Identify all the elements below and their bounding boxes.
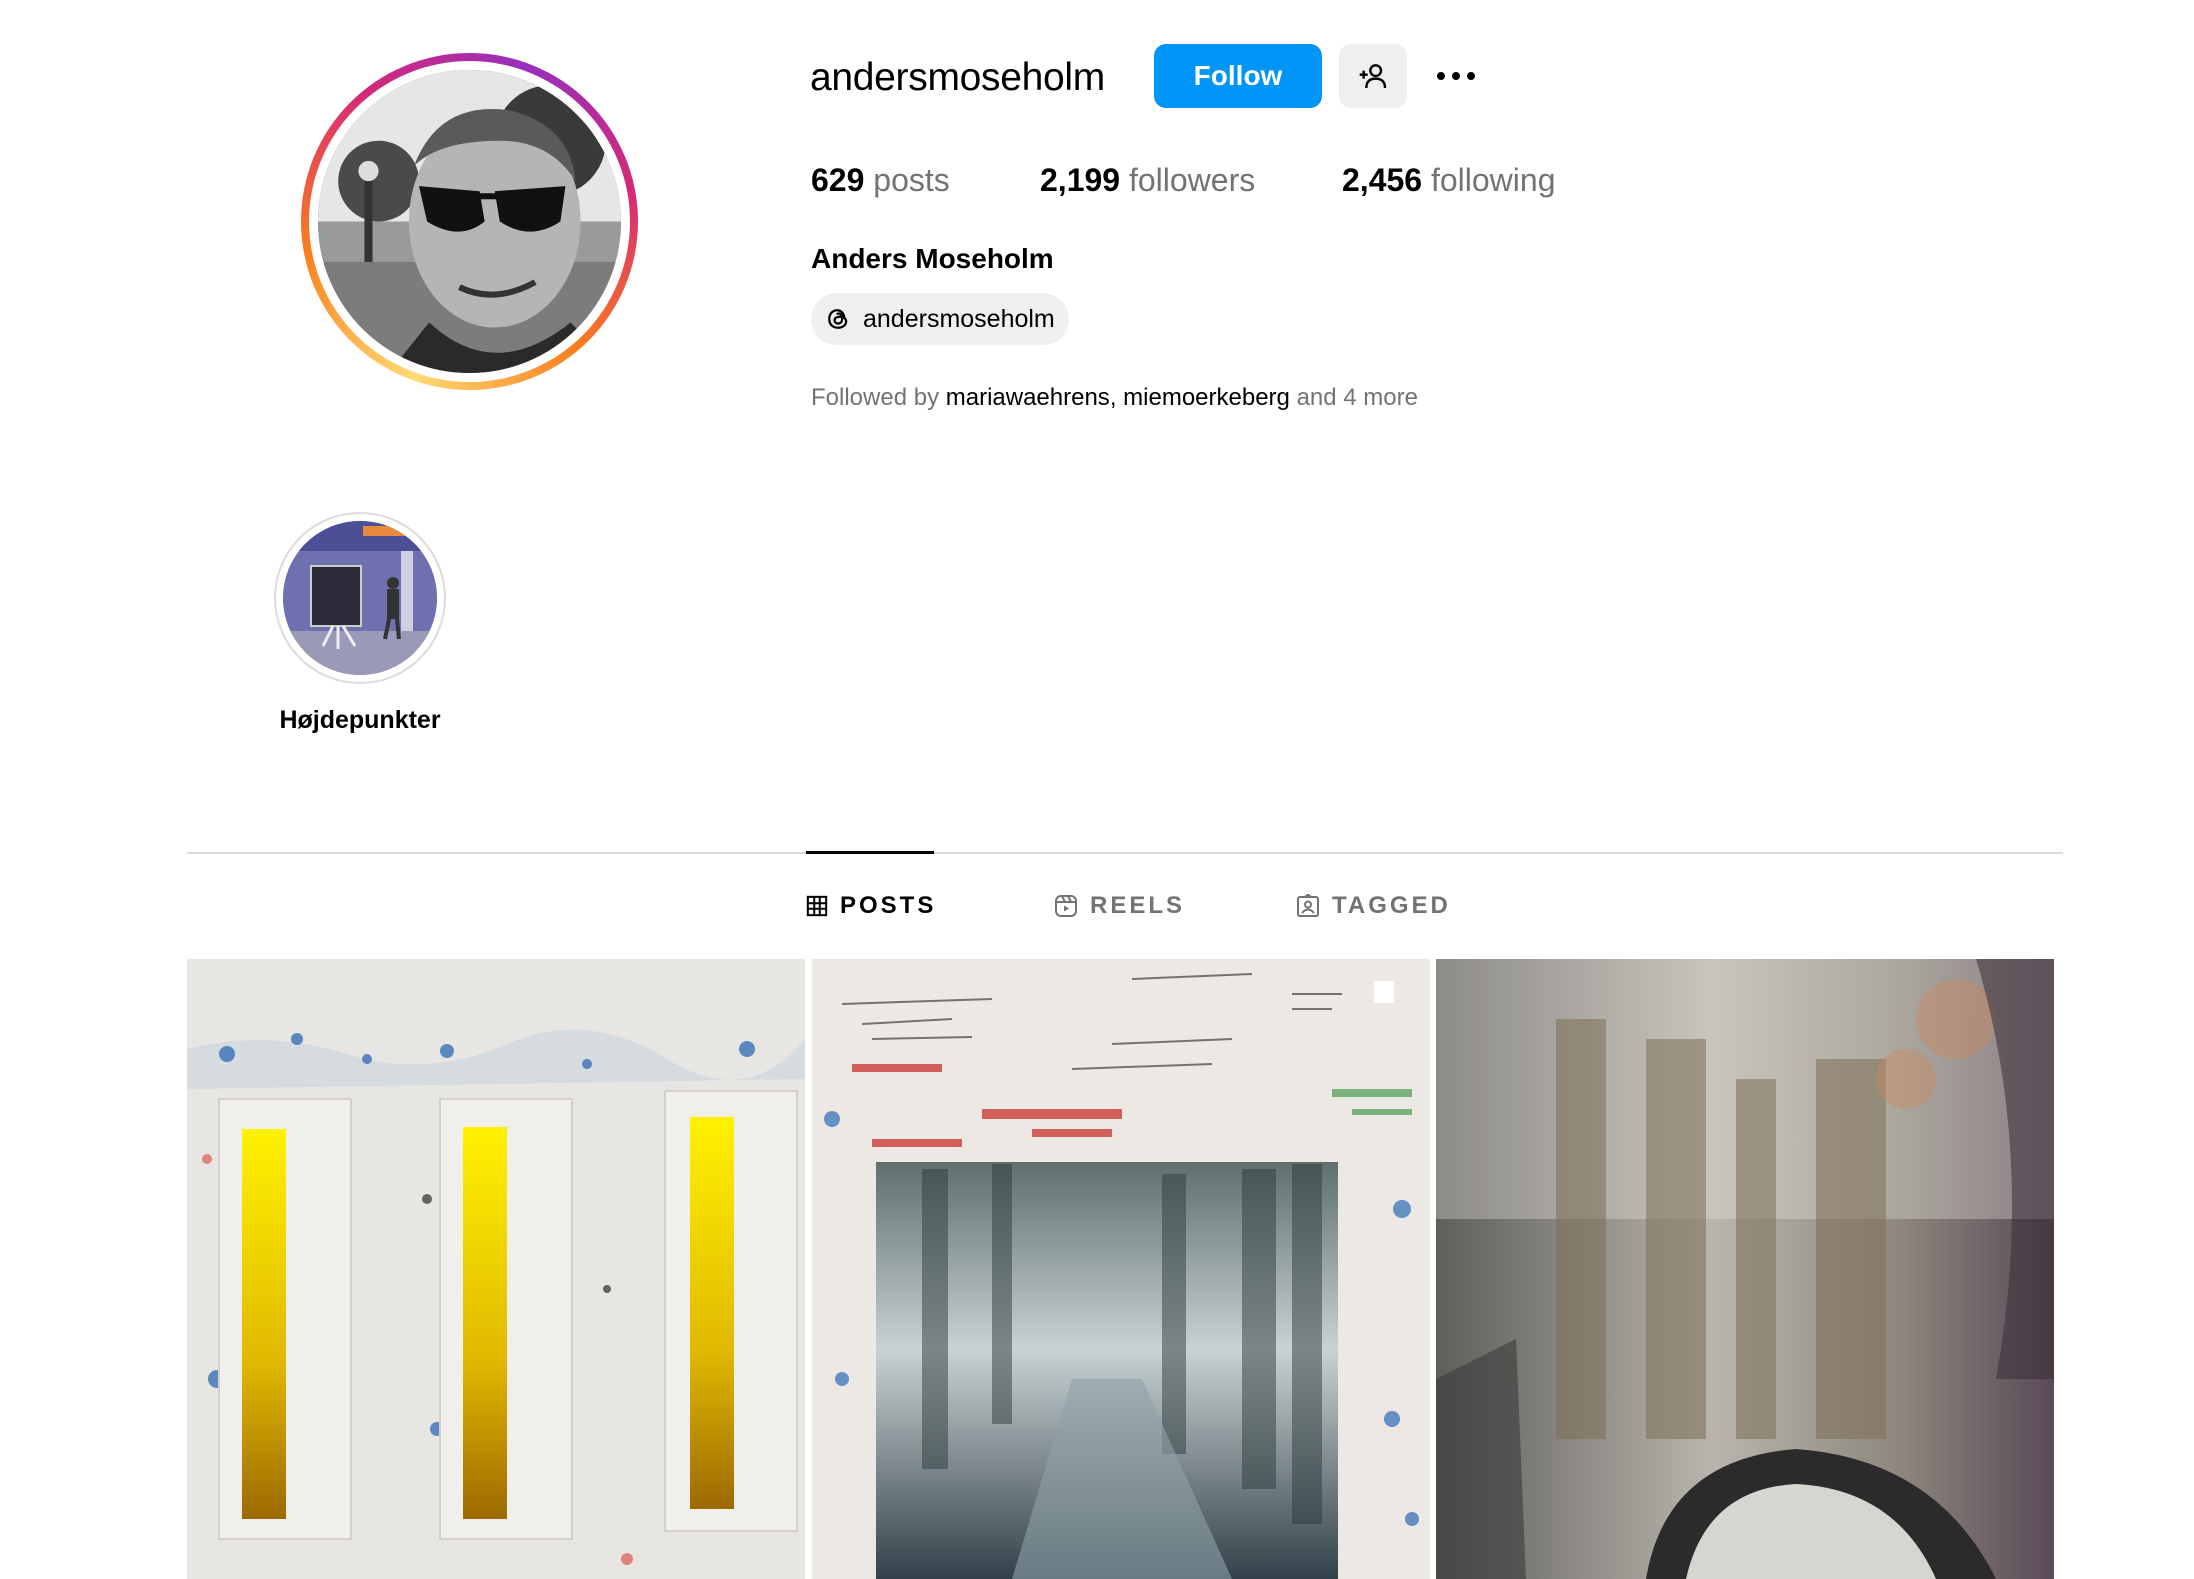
grid-icon xyxy=(806,895,828,917)
followed-by-prefix: Followed by xyxy=(811,384,940,411)
followed-by-user-1[interactable]: mariawaehrens xyxy=(946,384,1110,411)
profile-full-name: Anders Moseholm xyxy=(811,243,1054,274)
add-person-icon xyxy=(1359,64,1387,89)
post-image-yellow-panels xyxy=(187,959,805,1579)
profile-username: andersmoseholm xyxy=(810,56,1105,99)
follow-button[interactable]: Follow xyxy=(1154,44,1322,108)
more-options-icon xyxy=(1437,72,1445,80)
post-tile[interactable] xyxy=(1436,959,2054,1579)
post-image-misty-painting xyxy=(1436,959,2054,1579)
followed-by-separator: , xyxy=(1109,384,1117,411)
reels-icon xyxy=(1055,895,1077,917)
tab-tagged[interactable]: TAGGED xyxy=(1296,888,1451,924)
avatar-image xyxy=(318,70,621,373)
followed-by-text[interactable]: Followed by mariawaehrens, miemoerkeberg… xyxy=(811,384,1418,412)
avatar-gap xyxy=(309,61,630,382)
post-tile[interactable] xyxy=(187,959,805,1579)
tab-posts[interactable]: POSTS xyxy=(806,888,936,924)
followers-count: 2,199 xyxy=(1040,162,1121,198)
profile-avatar-ring[interactable] xyxy=(301,53,638,390)
tabs-divider xyxy=(187,852,2063,854)
posts-label: posts xyxy=(873,162,950,198)
highlight-label: Højdepunkter xyxy=(279,706,441,734)
posts-count: 629 xyxy=(811,162,865,198)
tagged-icon xyxy=(1297,894,1319,917)
highlight-item[interactable] xyxy=(274,512,446,684)
followed-by-user-2[interactable]: miemoerkeberg xyxy=(1123,384,1290,411)
threads-handle: andersmoseholm xyxy=(863,304,1055,333)
highlight-cover xyxy=(283,521,437,675)
followers-stat[interactable]: 2,199 followers xyxy=(1040,162,1255,199)
post-tile[interactable] xyxy=(812,959,1430,1579)
tab-posts-label: POSTS xyxy=(840,892,937,919)
followed-by-suffix: and 4 more xyxy=(1296,384,1418,411)
profile-avatar[interactable] xyxy=(318,70,621,373)
following-count: 2,456 xyxy=(1342,162,1423,198)
followers-label: followers xyxy=(1128,162,1256,198)
post-image-forest-painting xyxy=(812,959,1430,1579)
following-label: following xyxy=(1430,162,1556,198)
multi-post-icon xyxy=(1374,981,1394,1003)
active-tab-indicator xyxy=(806,851,934,854)
suggested-accounts-button[interactable] xyxy=(1339,44,1407,108)
following-stat[interactable]: 2,456 following xyxy=(1342,162,1555,199)
tab-reels[interactable]: REELS xyxy=(1054,888,1185,924)
tab-tagged-label: TAGGED xyxy=(1332,892,1451,919)
tab-reels-label: REELS xyxy=(1090,892,1186,919)
highlight-image xyxy=(283,521,437,675)
more-options-button[interactable] xyxy=(1428,56,1484,96)
threads-icon xyxy=(828,309,848,329)
threads-link[interactable]: andersmoseholm xyxy=(811,293,1069,345)
posts-stat: 629 posts xyxy=(811,162,950,199)
